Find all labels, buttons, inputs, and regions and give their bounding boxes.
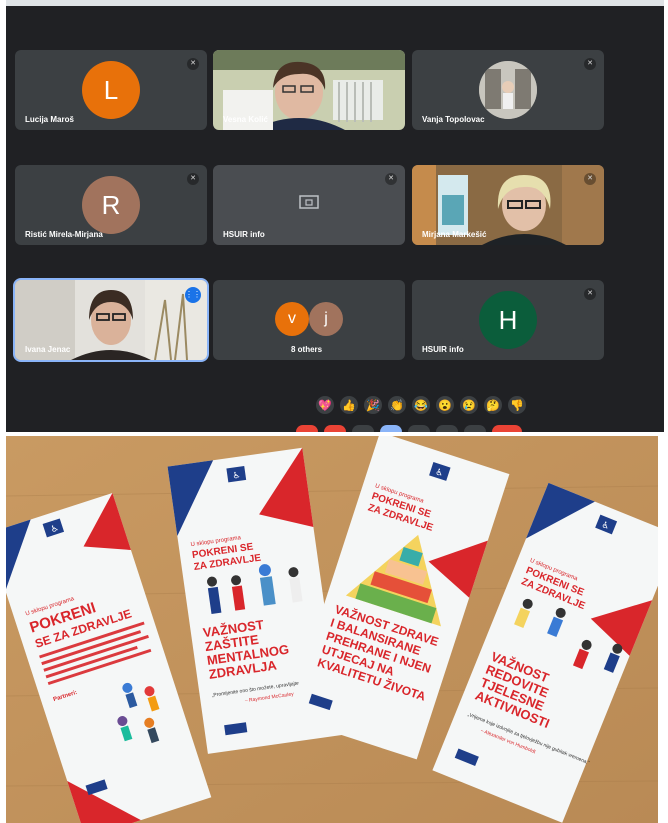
participant-name: 8 others bbox=[291, 345, 323, 354]
participant-name: Lucija Maroš bbox=[25, 115, 74, 124]
participant-tile-vanja[interactable]: ✕ Vanja Topolovac bbox=[412, 50, 604, 130]
camera-button[interactable] bbox=[324, 425, 346, 432]
participant-tile-mirjana[interactable]: ✕ Mirjana Markešić bbox=[412, 165, 604, 245]
brochures-photo: ♿ U sklopu programa POKRENI SE ZA ZDRAVL… bbox=[6, 436, 658, 823]
reaction-bar: 💖 👍 🎉 👏 😂 😮 😢 🤔 👎 bbox=[316, 396, 526, 414]
avatar: L bbox=[82, 61, 140, 119]
mic-off-icon: ✕ bbox=[385, 173, 397, 185]
raise-hand-button[interactable] bbox=[436, 425, 458, 432]
participant-name: Ivana Jenac bbox=[25, 345, 71, 354]
meeting-control-bar bbox=[296, 425, 522, 432]
mic-off-icon: ✕ bbox=[584, 173, 596, 185]
thinking-reaction-icon[interactable]: 🤔 bbox=[484, 396, 502, 414]
reactions-button[interactable] bbox=[380, 425, 402, 432]
participant-tile-others[interactable]: v j 8 others bbox=[213, 280, 405, 360]
participant-name: Ristić Mirela-Mirjana bbox=[25, 230, 103, 239]
clap-reaction-icon[interactable]: 👏 bbox=[388, 396, 406, 414]
more-options-button[interactable] bbox=[464, 425, 486, 432]
mic-off-icon: ✕ bbox=[187, 58, 199, 70]
mic-off-icon: ✕ bbox=[584, 58, 596, 70]
speaking-indicator-icon: ⋮⋮ bbox=[185, 287, 201, 303]
participant-name: Vesna Kolić bbox=[223, 115, 268, 124]
present-button[interactable] bbox=[408, 425, 430, 432]
avatar: H bbox=[479, 291, 537, 349]
video-meeting-window: L ✕ Lucija Maroš Vesna Kolić ✕ Vanja Top… bbox=[6, 0, 664, 432]
avatar: j bbox=[309, 302, 343, 336]
mic-off-icon: ✕ bbox=[187, 173, 199, 185]
sad-reaction-icon[interactable]: 😢 bbox=[460, 396, 478, 414]
avatar bbox=[479, 61, 537, 119]
party-reaction-icon[interactable]: 🎉 bbox=[364, 396, 382, 414]
heart-reaction-icon[interactable]: 💖 bbox=[316, 396, 334, 414]
participant-name: Vanja Topolovac bbox=[422, 115, 485, 124]
participant-tile-ivana[interactable]: ⋮⋮ Ivana Jenac bbox=[13, 278, 209, 362]
svg-text:♿: ♿ bbox=[232, 471, 241, 482]
window-top-border bbox=[6, 0, 664, 6]
participant-tile-hsuir[interactable]: H ✕ HSUIR info bbox=[412, 280, 604, 360]
thumbs-up-reaction-icon[interactable]: 👍 bbox=[340, 396, 358, 414]
participant-tile-vesna[interactable]: Vesna Kolić bbox=[213, 50, 405, 130]
surprised-reaction-icon[interactable]: 😮 bbox=[436, 396, 454, 414]
participant-name: Mirjana Markešić bbox=[422, 230, 487, 239]
leave-call-button[interactable] bbox=[492, 425, 522, 432]
mic-off-icon: ✕ bbox=[584, 288, 596, 300]
avatar: v bbox=[275, 302, 309, 336]
captions-button[interactable] bbox=[352, 425, 374, 432]
participant-name: HSUIR info bbox=[223, 230, 265, 239]
avatar: R bbox=[82, 176, 140, 234]
screen-share-icon bbox=[299, 195, 319, 209]
laugh-reaction-icon[interactable]: 😂 bbox=[412, 396, 430, 414]
thumbs-down-reaction-icon[interactable]: 👎 bbox=[508, 396, 526, 414]
participant-name: HSUIR info bbox=[422, 345, 464, 354]
participant-tile-hsuir-presenting[interactable]: ✕ HSUIR info bbox=[213, 165, 405, 245]
participant-tile-ristic[interactable]: R ✕ Ristić Mirela-Mirjana bbox=[15, 165, 207, 245]
participant-tile-lucija[interactable]: L ✕ Lucija Maroš bbox=[15, 50, 207, 130]
mic-button[interactable] bbox=[296, 425, 318, 432]
brochures-illustration: ♿ U sklopu programa POKRENI SE ZA ZDRAVL… bbox=[6, 436, 658, 823]
